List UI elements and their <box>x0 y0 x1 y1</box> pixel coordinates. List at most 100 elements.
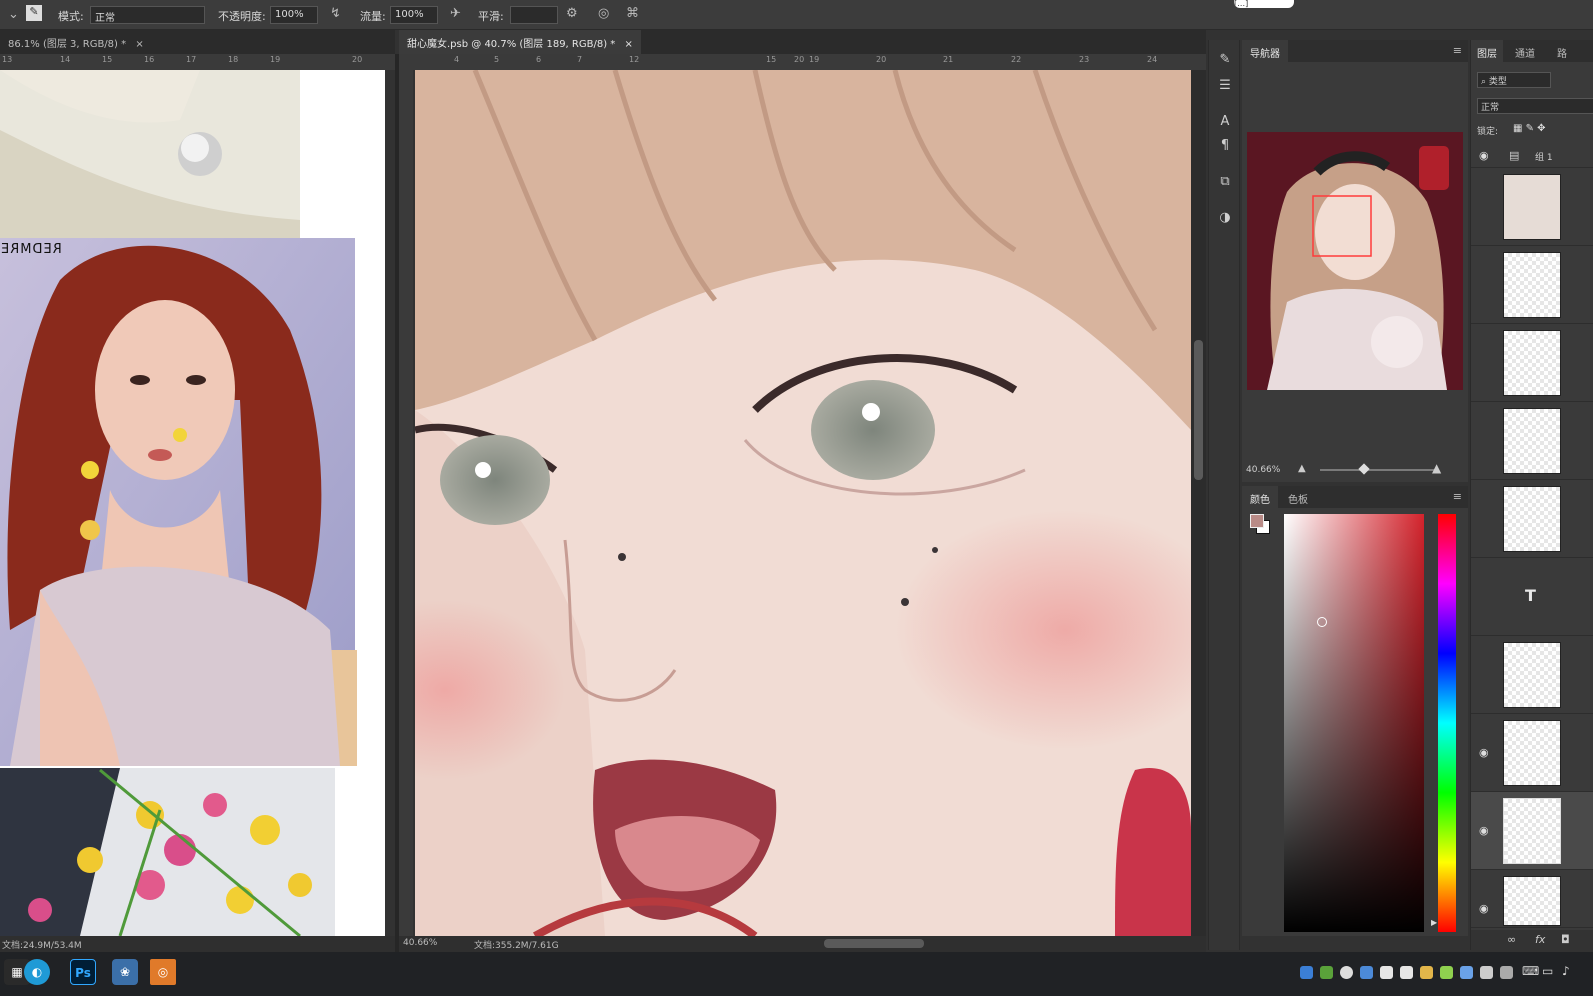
tab-layers[interactable]: 图层 <box>1471 40 1503 62</box>
tab-paths[interactable]: 路 <box>1551 40 1573 62</box>
main-doc-size[interactable]: 文档:355.2M/7.61G <box>474 938 559 951</box>
browser-icon[interactable]: ◐ <box>24 959 50 985</box>
brush-angle-icon[interactable]: ◎ <box>598 6 609 21</box>
vertical-scrollbar[interactable] <box>1191 70 1206 936</box>
gear-icon[interactable]: ⚙ <box>566 6 578 21</box>
brush-settings-icon[interactable]: ✎ <box>1216 52 1234 70</box>
layer-style-button[interactable]: fx <box>1535 933 1545 946</box>
recorder-icon[interactable]: ◎ <box>150 959 176 985</box>
navigator-zoom-value[interactable]: 40.66% <box>1246 465 1280 475</box>
layer-row[interactable] <box>1471 168 1593 246</box>
blend-mode-select[interactable]: 正常 <box>1477 98 1593 114</box>
layer-row[interactable]: ◉ <box>1471 870 1593 928</box>
layer-thumbnail <box>1503 252 1561 318</box>
zoom-slider-handle[interactable] <box>1358 463 1370 475</box>
eye-icon[interactable]: ◉ <box>1479 902 1493 915</box>
layer-thumbnail <box>1503 486 1561 552</box>
left-status-bar: 文档:24.9M/53.4M <box>0 936 395 952</box>
zoom-slider-track[interactable] <box>1320 469 1438 471</box>
tray-icon[interactable] <box>1380 966 1393 979</box>
volume-icon[interactable]: ♪ <box>1562 964 1570 978</box>
vertical-scroll-thumb[interactable] <box>1194 340 1203 480</box>
display-icon[interactable]: ▭ <box>1542 964 1553 978</box>
layer-mask-icon[interactable]: ◘ <box>1561 933 1570 946</box>
foreground-color-swatch[interactable] <box>1250 514 1264 528</box>
main-ruler-top: 4 5 6 7 12 15 20 19 20 21 22 23 24 <box>399 54 1206 70</box>
character-icon[interactable]: A <box>1216 114 1234 132</box>
tray-icon[interactable] <box>1420 966 1433 979</box>
airbrush-icon[interactable]: ✈ <box>450 6 461 21</box>
panel-menu-icon[interactable]: ≡ <box>1453 44 1462 57</box>
main-document-canvas[interactable] <box>415 70 1191 936</box>
tray-icon[interactable] <box>1340 966 1353 979</box>
tray-icon[interactable] <box>1400 966 1413 979</box>
tray-icon[interactable] <box>1360 966 1373 979</box>
ruler-label: 20 <box>794 55 805 64</box>
flow-input[interactable]: 100% <box>390 6 438 24</box>
layer-row[interactable] <box>1471 324 1593 402</box>
eye-icon[interactable]: ◉ <box>1479 824 1493 837</box>
ruler-label: 12 <box>629 55 640 64</box>
smoothing-input[interactable] <box>510 6 558 24</box>
paragraph-icon[interactable]: ¶ <box>1216 138 1234 156</box>
chevron-down-icon[interactable]: ⌄ <box>8 7 19 22</box>
eye-icon[interactable]: ◉ <box>1479 149 1489 162</box>
lock-pixels-icon[interactable]: ▦ ✎ ✥ <box>1513 123 1546 134</box>
tab-left-doc[interactable]: 86.1% (图层 3, RGB/8) * × <box>0 30 152 54</box>
mode-select[interactable]: 正常 <box>90 6 205 24</box>
brush-preset-icon[interactable]: ✎ <box>26 5 42 21</box>
left-ruler-top: 13 14 15 16 17 18 19 20 <box>0 54 395 70</box>
navigator-preview[interactable] <box>1247 132 1463 390</box>
layer-row[interactable] <box>1471 636 1593 714</box>
symmetry-icon[interactable]: ⌘ <box>626 6 639 21</box>
text-layer-row[interactable]: T <box>1471 558 1593 636</box>
tab-channels[interactable]: 通道 <box>1509 40 1541 62</box>
zoom-in-icon[interactable]: ▲ <box>1432 461 1441 475</box>
ime-icon[interactable]: ⌨ <box>1522 964 1539 978</box>
layer-row-selected[interactable]: ◉ <box>1471 792 1593 870</box>
tab-swatches[interactable]: 色板 <box>1280 486 1316 508</box>
adjustments-icon[interactable]: ☰ <box>1216 78 1234 96</box>
layer-filter-select[interactable]: ⌕ 类型 <box>1477 72 1551 88</box>
zoom-out-icon[interactable]: ▲ <box>1298 463 1306 474</box>
saturation-brightness-field[interactable] <box>1284 514 1424 932</box>
hue-slider[interactable] <box>1438 514 1456 932</box>
color-header: 颜色 色板 ≡ <box>1242 486 1468 508</box>
hue-slider-handle[interactable]: ▶ <box>1431 918 1437 927</box>
layer-row[interactable] <box>1471 402 1593 480</box>
eye-icon[interactable]: ◉ <box>1479 746 1493 759</box>
layer-group-row[interactable]: ◉ ▤ 组 1 <box>1471 144 1593 168</box>
close-icon[interactable]: × <box>135 39 143 50</box>
ruler-label: 7 <box>577 55 583 64</box>
horizontal-scroll-thumb[interactable] <box>824 939 924 948</box>
tray-icon[interactable] <box>1500 966 1513 979</box>
close-icon[interactable]: × <box>624 39 632 50</box>
tray-icon[interactable] <box>1320 966 1333 979</box>
pressure-opacity-icon[interactable]: ↯ <box>330 6 341 21</box>
tray-icon[interactable] <box>1460 966 1473 979</box>
app-icon[interactable]: ❀ <box>112 959 138 985</box>
main-zoom-readout[interactable]: 40.66% <box>403 938 437 948</box>
color-mode-icon[interactable]: ◑ <box>1216 210 1234 228</box>
left-document-canvas[interactable]: REDMRE <box>0 70 385 936</box>
options-bar: ⌄ ✎ 模式: 正常 不透明度: 100% ↯ 流量: 100% ✈ 平滑: ⚙… <box>0 0 1593 30</box>
tray-icon[interactable] <box>1480 966 1493 979</box>
layer-row[interactable] <box>1471 480 1593 558</box>
tab-main-doc[interactable]: 甜心魔女.psb @ 40.7% (图层 189, RGB/8) * × <box>399 30 641 54</box>
flow-label: 流量: <box>360 10 386 23</box>
tab-navigator[interactable]: 导航器 <box>1242 40 1288 62</box>
opacity-input[interactable]: 100% <box>270 6 318 24</box>
panel-menu-icon[interactable]: ≡ <box>1453 490 1462 503</box>
magazine-title: REDMRE <box>0 242 62 257</box>
link-layers-icon[interactable]: ∞ <box>1507 933 1516 946</box>
photoshop-taskbar-icon[interactable]: Ps <box>70 959 96 985</box>
tray-icon[interactable] <box>1440 966 1453 979</box>
clone-source-icon[interactable]: ⧉ <box>1216 174 1234 192</box>
tray-icon[interactable] <box>1300 966 1313 979</box>
layer-row[interactable]: ◉ <box>1471 714 1593 792</box>
tab-color[interactable]: 颜色 <box>1242 486 1278 508</box>
left-doc-size: 文档:24.9M/53.4M <box>2 941 82 951</box>
color-picker-ring[interactable] <box>1317 617 1327 627</box>
layer-row[interactable] <box>1471 246 1593 324</box>
main-ruler-left <box>399 70 413 936</box>
